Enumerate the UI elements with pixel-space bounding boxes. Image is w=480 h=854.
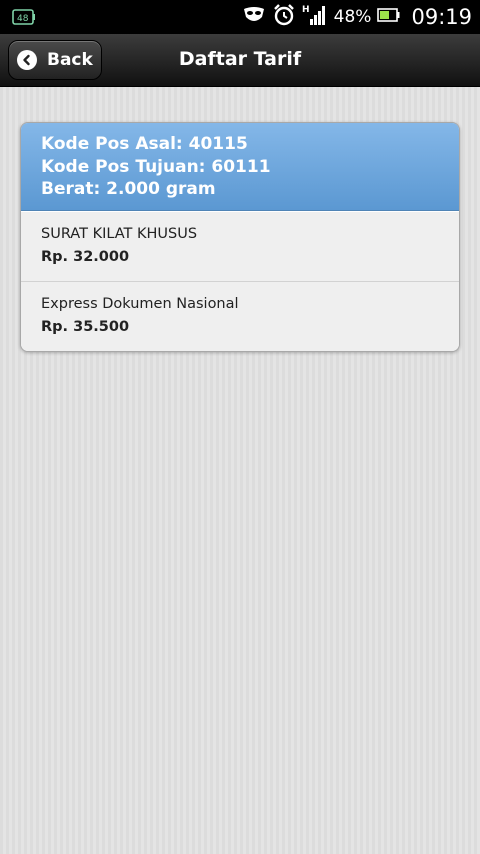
back-button[interactable]: Back bbox=[8, 40, 102, 80]
service-name: SURAT KILAT KHUSUS bbox=[41, 225, 198, 242]
service-price: Rp. 32.000 bbox=[41, 248, 130, 265]
tariff-list-item[interactable]: SURAT KILAT KHUSUS Rp. 32.000 bbox=[21, 210, 459, 281]
mask-icon bbox=[242, 5, 266, 29]
service-price: Rp. 35.500 bbox=[41, 318, 130, 335]
arrow-left-icon bbox=[17, 50, 37, 70]
alarm-icon bbox=[272, 3, 296, 31]
sd-card-icon: 48 bbox=[12, 8, 36, 30]
battery-icon bbox=[377, 6, 401, 28]
signal-icon: H bbox=[302, 3, 328, 31]
clock: 09:19 bbox=[411, 5, 472, 29]
origin-postcode: Kode Pos Asal: 40115 bbox=[41, 134, 248, 154]
tariff-card: Kode Pos Asal: 40115 Kode Pos Tujuan: 60… bbox=[20, 122, 460, 352]
destination-postcode: Kode Pos Tujuan: 60111 bbox=[41, 156, 271, 177]
status-bar: 48 H 48% 09:19 bbox=[0, 0, 480, 34]
back-button-label: Back bbox=[47, 50, 93, 70]
network-type-label: H bbox=[302, 5, 310, 15]
battery-percent: 48% bbox=[333, 7, 372, 27]
tariff-card-header: Kode Pos Asal: 40115 Kode Pos Tujuan: 60… bbox=[21, 123, 459, 211]
service-name: Express Dokumen Nasional bbox=[41, 295, 239, 312]
svg-text:48: 48 bbox=[17, 14, 29, 24]
weight: Berat: 2.000 gram bbox=[41, 179, 216, 199]
app-header: Daftar Tarif Back bbox=[0, 34, 480, 87]
tariff-list-item[interactable]: Express Dokumen Nasional Rp. 35.500 bbox=[21, 280, 459, 351]
